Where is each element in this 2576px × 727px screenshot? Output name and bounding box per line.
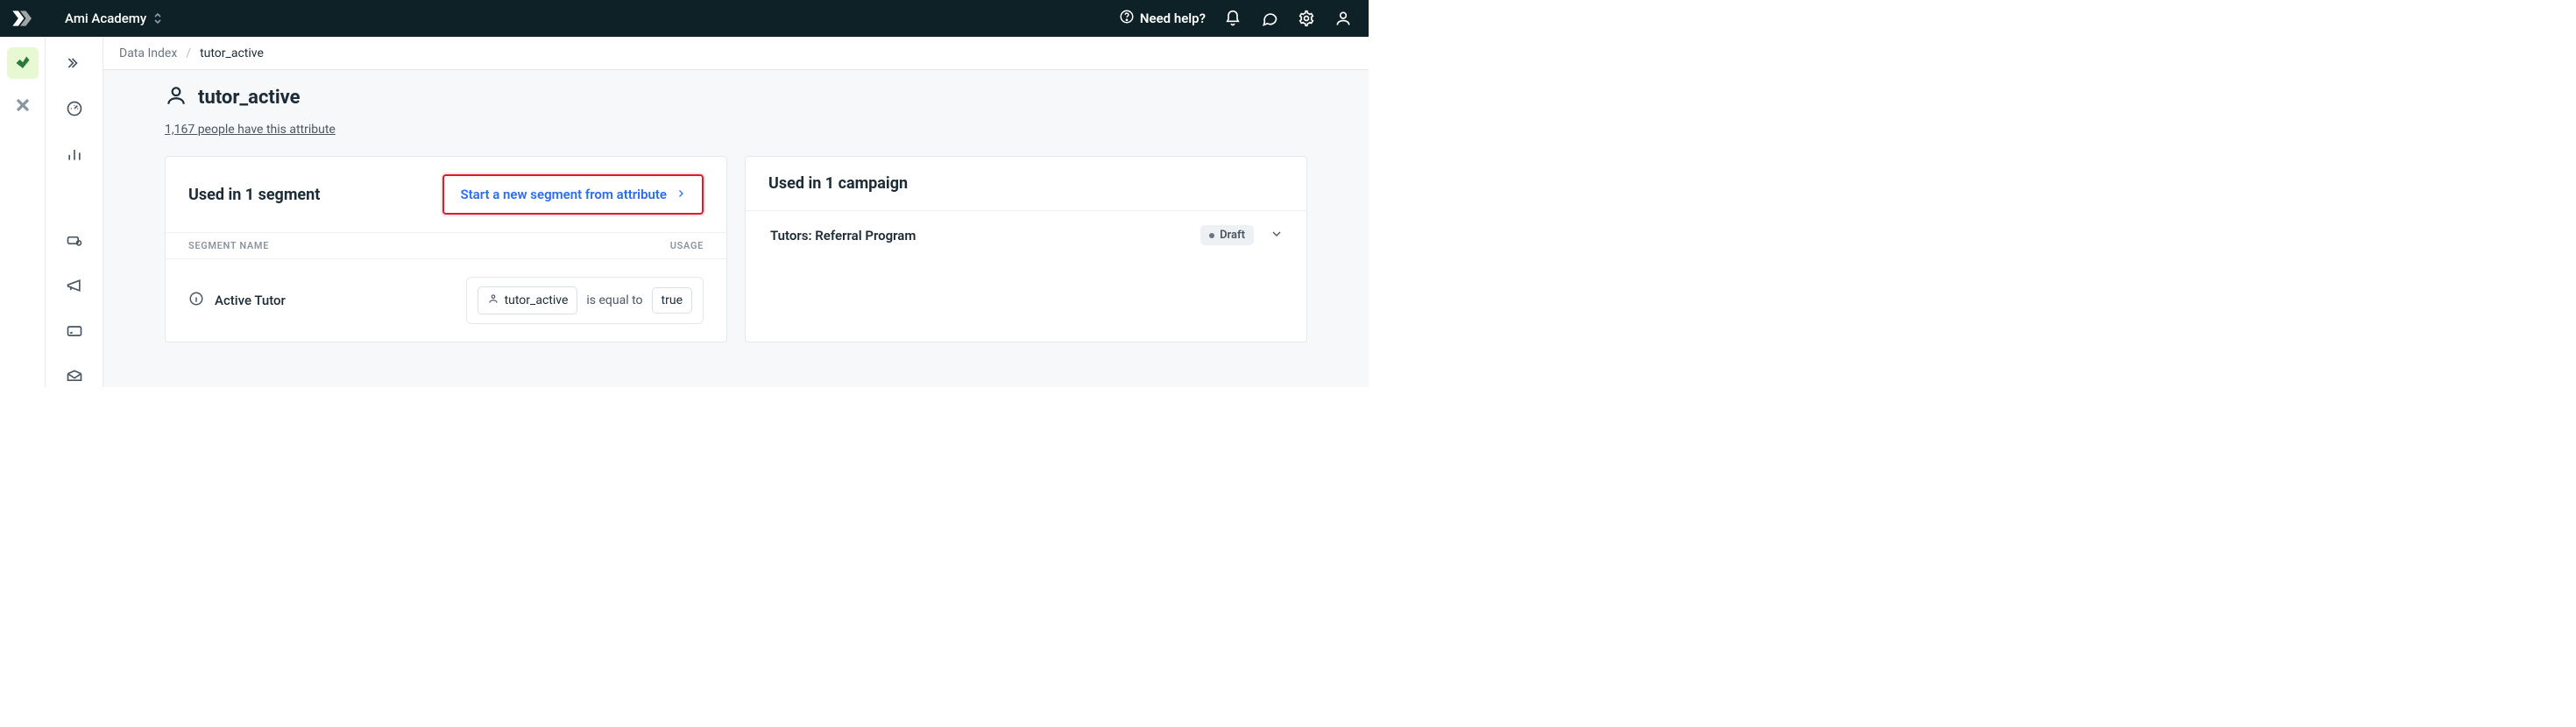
expand-row-button[interactable] [1270,227,1284,244]
chat-icon[interactable] [1260,9,1279,28]
condition-attr-text: tutor_active [505,293,569,307]
campaign-name[interactable]: Tutors: Referral Program [770,228,916,244]
page-title: tutor_active [198,87,301,109]
breadcrumb-current: tutor_active [200,46,264,60]
page-head: tutor_active [165,84,1307,110]
campaigns-card: Used in 1 campaign Tutors: Referral Prog… [745,156,1307,342]
status-text: Draft [1220,229,1245,242]
expand-sidebar-icon[interactable] [64,53,85,74]
app-rail [0,37,46,387]
status-dot-icon [1209,233,1214,238]
need-help-label: Need help? [1140,11,1206,26]
help-circle-icon [1119,9,1135,28]
settings-icon[interactable] [1297,9,1316,28]
notifications-icon[interactable] [1223,9,1242,28]
segment-row: Active Tutor tutor_active is equal to [166,259,726,342]
campaign-row: Tutors: Referral Program Draft [746,210,1306,261]
info-icon [188,291,204,310]
person-small-icon [487,293,499,308]
account-icon[interactable] [1334,9,1353,28]
campaigns-card-title: Used in 1 campaign [768,174,908,193]
analytics-icon[interactable] [64,144,85,165]
start-new-segment-button[interactable]: Start a new segment from attribute [442,174,704,215]
col-segment-name: SEGMENT NAME [188,240,269,251]
rail-item-2[interactable] [7,89,39,121]
status-badge: Draft [1200,225,1254,245]
journeys-icon[interactable] [64,229,85,251]
broadcasts-icon[interactable] [64,275,85,296]
attribute-count-link[interactable]: 1,167 people have this attribute [165,123,336,137]
workspace-name: Ami Academy [65,11,146,26]
chevron-updown-icon [153,12,162,25]
col-usage: USAGE [670,240,704,251]
breadcrumb-sep: / [186,46,191,60]
main-area: Data Index / tutor_active tutor_active 1… [103,37,1369,387]
brand-logo[interactable] [9,7,32,30]
segments-card-title: Used in 1 segment [188,186,320,204]
rail-item-1[interactable] [7,47,39,79]
segments-table-head: SEGMENT NAME USAGE [166,232,726,259]
workspace-switcher[interactable]: Ami Academy [65,11,162,26]
deliveries-icon[interactable] [64,366,85,387]
sub-nav [46,37,103,387]
segment-condition: tutor_active is equal to true [466,277,704,324]
condition-operator: is equal to [586,293,642,307]
segment-name-text: Active Tutor [215,293,286,308]
segment-name[interactable]: Active Tutor [188,291,286,310]
top-header: Ami Academy Need help? [0,0,1369,37]
condition-value-chip: true [652,287,692,314]
chevron-down-icon [1270,230,1284,244]
condition-attr-chip: tutor_active [478,286,578,314]
breadcrumb-root[interactable]: Data Index [119,46,177,60]
forms-icon[interactable] [64,321,85,342]
segments-card: Used in 1 segment Start a new segment fr… [165,156,727,342]
condition-value-text: true [662,293,683,307]
start-new-segment-label: Start a new segment from attribute [460,187,667,202]
chevron-right-icon [676,187,686,202]
person-icon [165,84,188,110]
breadcrumb: Data Index / tutor_active [103,37,1369,70]
dashboard-icon[interactable] [64,98,85,119]
need-help-button[interactable]: Need help? [1119,9,1206,28]
